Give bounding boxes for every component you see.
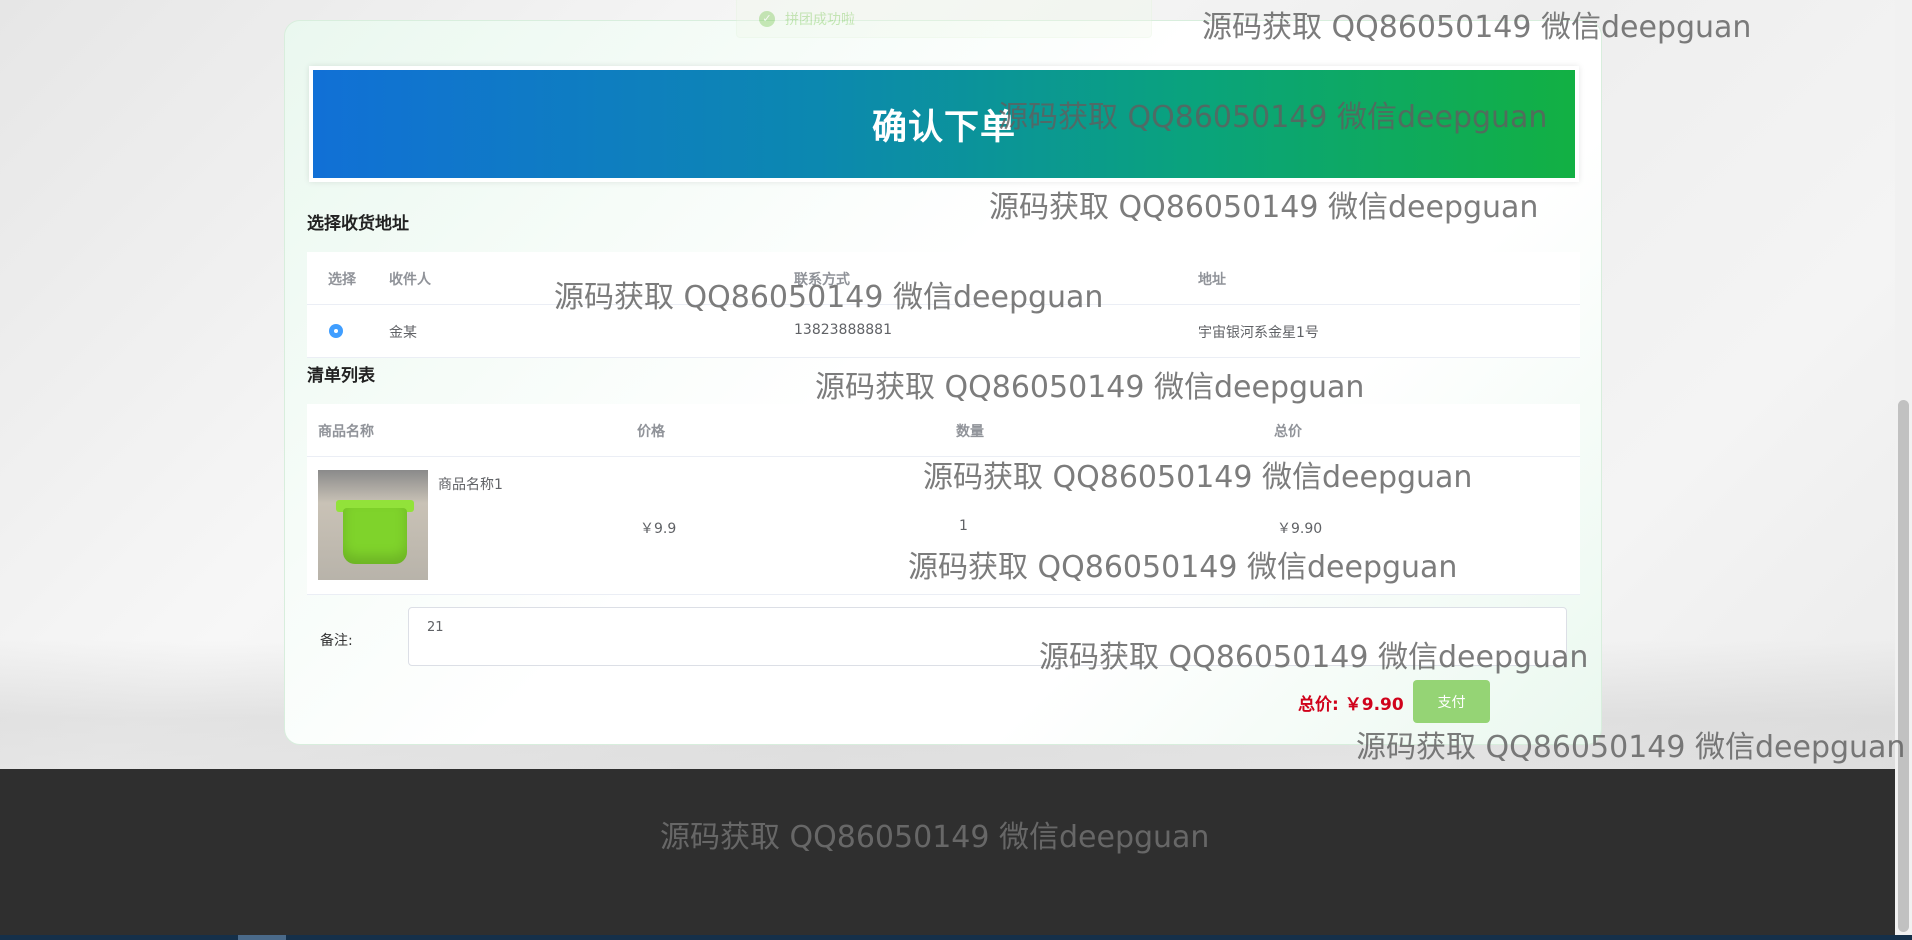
pay-button[interactable]: 支付 <box>1413 680 1490 723</box>
watermark: 源码获取 QQ86050149 微信deepguan <box>1202 10 1752 45</box>
page-title: 确认下单 <box>871 107 1016 148</box>
product-thumbnail <box>318 470 428 580</box>
watermark: 源码获取 QQ86050149 微信deepguan <box>1356 730 1906 765</box>
header-price: 价格 <box>637 424 665 440</box>
watermark: 源码获取 QQ86050149 微信deepguan <box>1039 640 1589 675</box>
remark-label: 备注: <box>320 633 353 649</box>
order-table-header: 商品名称 价格 数量 总价 <box>307 404 1580 457</box>
remark-value: 21 <box>427 620 444 635</box>
product-total: ￥9.90 <box>1277 521 1323 537</box>
toast-message: 拼团成功啦 <box>785 11 855 28</box>
bottom-strip <box>0 935 1912 940</box>
header-quantity: 数量 <box>956 424 984 440</box>
watermark: 源码获取 QQ86050149 微信deepguan <box>989 190 1539 225</box>
scrollbar-thumb[interactable] <box>1898 400 1909 932</box>
recipient-address: 宇宙银河系金星1号 <box>1198 325 1319 341</box>
order-section-title: 清单列表 <box>307 366 375 386</box>
total-price: 总价: ￥9.90 <box>1298 690 1404 715</box>
address-section-title: 选择收货地址 <box>307 214 409 234</box>
total-value: ￥9.90 <box>1344 695 1404 715</box>
page-scrollbar[interactable] <box>1895 0 1912 935</box>
watermark: 源码获取 QQ86050149 微信deepguan <box>998 100 1548 135</box>
product-price: ￥9.9 <box>640 521 677 537</box>
watermark: 源码获取 QQ86050149 微信deepguan <box>923 460 1473 495</box>
product-quantity: 1 <box>959 518 968 534</box>
watermark: 源码获取 QQ86050149 微信deepguan <box>908 550 1458 585</box>
success-toast: ✓ 拼团成功啦 <box>736 0 1152 38</box>
total-label: 总价: <box>1298 695 1339 715</box>
product-name: 商品名称1 <box>438 477 503 493</box>
header-product-name: 商品名称 <box>318 424 374 440</box>
check-circle-icon: ✓ <box>759 10 775 27</box>
header-recipient: 收件人 <box>389 272 431 288</box>
watermark: 源码获取 QQ86050149 微信deepguan <box>554 280 1104 315</box>
watermark: 源码获取 QQ86050149 微信deepguan <box>815 370 1365 405</box>
header-total: 总价 <box>1274 424 1302 440</box>
recipient-name: 金某 <box>389 325 417 341</box>
header-select: 选择 <box>328 272 356 288</box>
header-address: 地址 <box>1198 272 1226 288</box>
recipient-phone: 13823888881 <box>794 322 892 338</box>
address-radio[interactable] <box>329 324 343 338</box>
watermark: 源码获取 QQ86050149 微信deepguan <box>660 820 1210 855</box>
